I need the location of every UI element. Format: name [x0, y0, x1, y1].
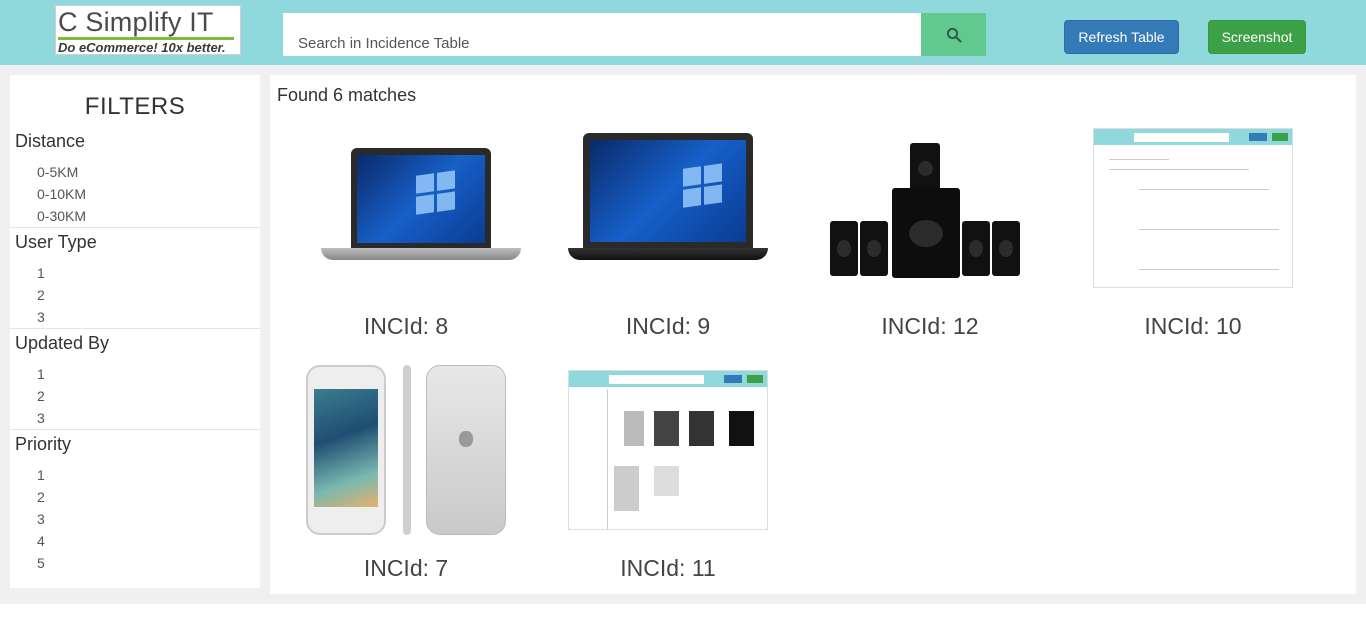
search-input[interactable] — [283, 13, 921, 56]
filter-group-user-type: User Type 1 2 3 — [10, 228, 260, 329]
filter-options: 0-5KM 0-10KM 0-30KM — [15, 157, 260, 227]
incident-label: INCId: 7 — [363, 555, 449, 581]
incident-image-laptop[interactable] — [306, 123, 521, 293]
incident-image-speakers[interactable] — [830, 123, 1030, 293]
filter-option[interactable]: 1 — [37, 464, 260, 486]
logo-title: C Simplify IT — [58, 7, 214, 37]
refresh-table-button[interactable]: Refresh Table — [1064, 20, 1179, 54]
filter-group-priority: Priority 1 2 3 4 5 — [10, 430, 260, 574]
incident-label: INCId: 9 — [625, 313, 711, 339]
filter-option[interactable]: 0-30KM — [37, 205, 260, 227]
filter-title: Updated By — [15, 333, 110, 353]
filter-option[interactable]: 5 — [37, 552, 260, 574]
filter-options: 1 2 3 4 5 — [15, 460, 260, 574]
filter-option[interactable]: 3 — [37, 508, 260, 530]
filter-group-distance: Distance 0-5KM 0-10KM 0-30KM — [10, 127, 260, 228]
incident-image-iphone[interactable] — [306, 365, 506, 535]
filter-option[interactable]: 3 — [37, 306, 260, 328]
incident-label: INCId: 11 — [620, 555, 716, 581]
filter-option[interactable]: 3 — [37, 407, 260, 429]
incident-image-screenshot[interactable] — [1093, 123, 1293, 293]
incident-label: INCId: 10 — [1144, 313, 1242, 339]
search-icon — [946, 27, 962, 43]
incident-image-screenshot[interactable] — [568, 365, 768, 535]
incident-label: INCId: 12 — [881, 313, 979, 339]
header: C Simplify IT Do eCommerce! 10x better. … — [0, 0, 1366, 65]
logo-tagline: Do eCommerce! 10x better. — [58, 40, 226, 55]
filter-title: Priority — [15, 434, 72, 454]
results-count: Found 6 matches — [277, 85, 417, 105]
filter-option[interactable]: 2 — [37, 284, 260, 306]
filter-options: 1 2 3 — [15, 258, 260, 328]
filter-option[interactable]: 1 — [37, 363, 260, 385]
filter-option[interactable]: 1 — [37, 262, 260, 284]
filter-title: User Type — [15, 232, 97, 252]
filter-title: Distance — [15, 131, 86, 151]
filters-title: FILTERS — [84, 93, 186, 120]
logo[interactable]: C Simplify IT Do eCommerce! 10x better. — [55, 5, 241, 55]
filter-option[interactable]: 2 — [37, 385, 260, 407]
filter-group-updated-by: Updated By 1 2 3 — [10, 329, 260, 430]
filter-option[interactable]: 2 — [37, 486, 260, 508]
screenshot-button[interactable]: Screenshot — [1208, 20, 1306, 54]
search-button[interactable] — [921, 13, 986, 56]
filter-option[interactable]: 0-5KM — [37, 161, 260, 183]
filters-sidebar: FILTERS Distance 0-5KM 0-10KM 0-30KM Use… — [10, 75, 260, 588]
filter-option[interactable]: 0-10KM — [37, 183, 260, 205]
filter-options: 1 2 3 — [15, 359, 260, 429]
incident-image-laptop[interactable] — [568, 123, 768, 293]
results-panel: Found 6 matches INCId: 8 INCId: 9 INCId:… — [270, 75, 1356, 594]
incident-label: INCId: 8 — [363, 313, 449, 339]
filter-option[interactable]: 4 — [37, 530, 260, 552]
